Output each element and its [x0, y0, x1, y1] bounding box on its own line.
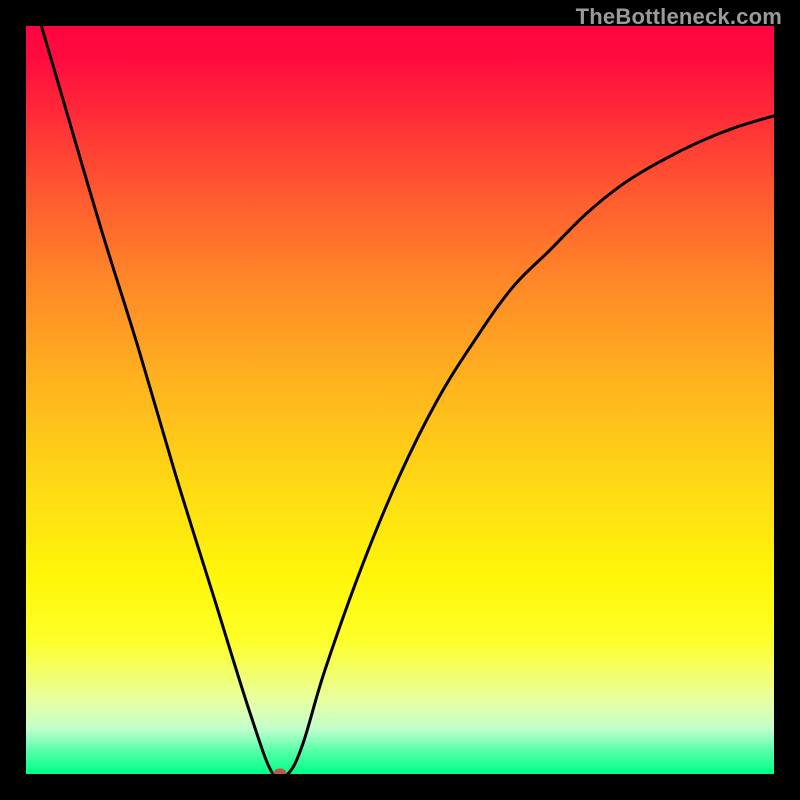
plot-area: [26, 26, 774, 774]
bottleneck-curve: [26, 26, 774, 774]
watermark-text: TheBottleneck.com: [576, 4, 782, 30]
optimal-point-marker: [274, 769, 287, 775]
chart-frame: TheBottleneck.com: [0, 0, 800, 800]
